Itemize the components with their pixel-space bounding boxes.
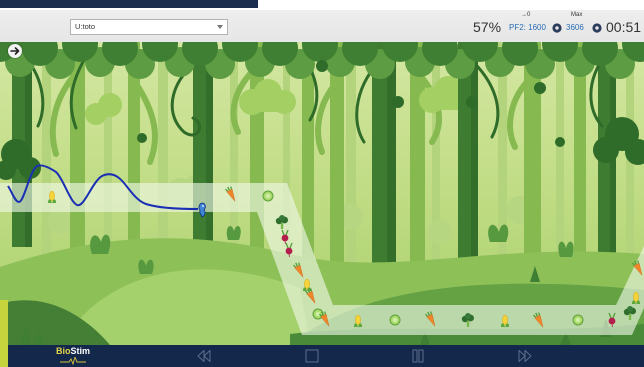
chevron-down-icon[interactable] [217, 25, 223, 29]
pause-button[interactable] [411, 349, 425, 363]
selected-user-value: U:toto [75, 22, 96, 31]
top-strip [0, 0, 258, 8]
rewind-icon[interactable] [197, 349, 211, 363]
pf2-caption: →0 [521, 12, 531, 18]
adjust-icon[interactable] [592, 23, 602, 33]
footer-bar: BioStim [0, 345, 644, 367]
game-scene [0, 42, 644, 345]
fast-forward-icon[interactable] [518, 349, 532, 363]
timer: 00:51 [606, 19, 642, 35]
percentage-value: 57% [473, 19, 502, 35]
cabbage-item [389, 314, 401, 326]
rewind-button[interactable] [197, 349, 211, 363]
adjust-icon[interactable] [552, 23, 562, 33]
pause-icon[interactable] [411, 349, 425, 363]
stop-button[interactable] [305, 349, 319, 363]
header-bar: U:toto 57% →0 PF2: 1600 Max 3606 00:51 [0, 10, 644, 42]
max-caption: Max [571, 12, 583, 18]
logo-stim: Stim [70, 346, 91, 356]
cabbage-item [262, 190, 274, 202]
pf2-label: PF2: 1600 [509, 23, 546, 32]
user-select[interactable]: U:toto [70, 19, 228, 35]
arrow-right-circle-icon[interactable] [8, 44, 22, 58]
fast-forward-button[interactable] [518, 349, 532, 363]
accent-strip [0, 300, 8, 367]
cabbage-item [572, 314, 584, 326]
logo: BioStim [56, 346, 90, 357]
game-area [0, 42, 644, 345]
pulse-icon [60, 357, 86, 365]
max-value: 3606 [566, 23, 584, 32]
logo-bio: Bio [56, 346, 71, 356]
stop-icon[interactable] [305, 349, 319, 363]
